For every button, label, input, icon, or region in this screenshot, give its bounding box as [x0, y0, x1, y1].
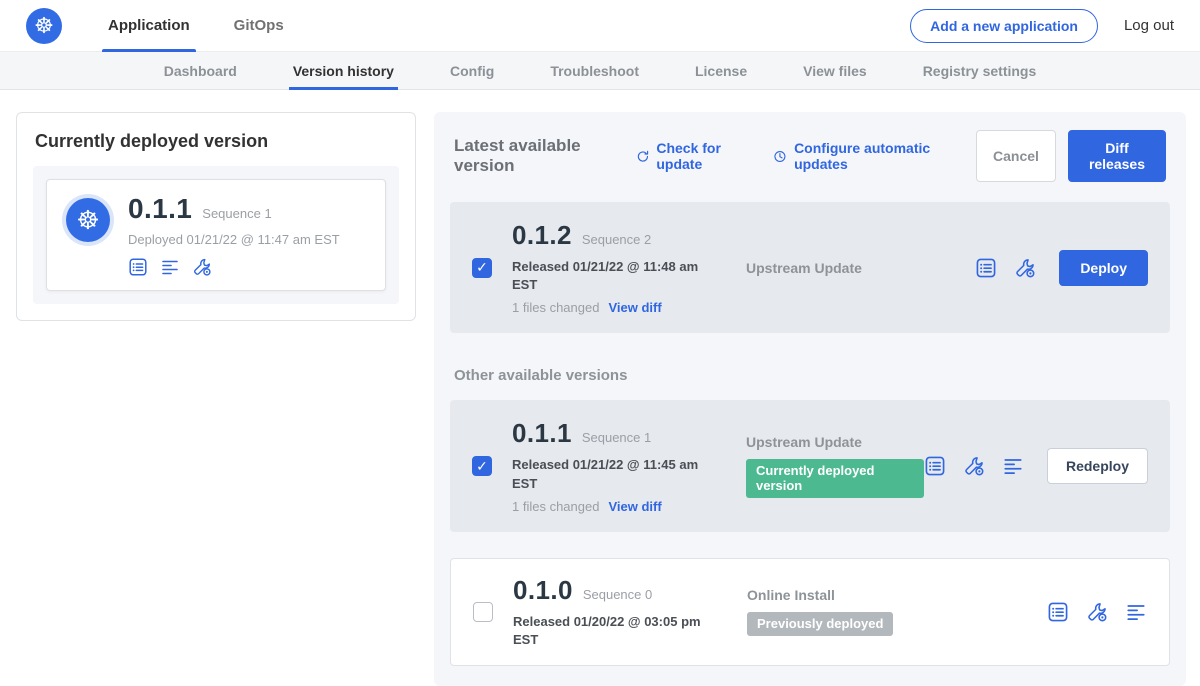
view-diff-link[interactable]: View diff	[608, 300, 661, 315]
main-content: Currently deployed version ☸ 0.1.1 Seque…	[0, 90, 1200, 686]
currently-deployed-panel: Currently deployed version ☸ 0.1.1 Seque…	[16, 112, 416, 321]
version-row: 0.1.2 Sequence 2 Released 01/21/22 @ 11:…	[450, 202, 1170, 333]
subnav-item-version-history[interactable]: Version history	[265, 52, 422, 89]
cancel-button[interactable]: Cancel	[976, 130, 1056, 182]
deployed-card-wrapper: ☸ 0.1.1 Sequence 1 Deployed 01/21/22 @ 1…	[33, 166, 399, 304]
previously-deployed-badge: Previously deployed	[747, 612, 893, 636]
top-navbar: ☸ Application GitOps Add a new applicati…	[0, 0, 1200, 52]
version-number: 0.1.2	[512, 220, 572, 251]
configure-updates-label: Configure automatic updates	[794, 140, 952, 172]
deployed-card-body: 0.1.1 Sequence 1 Deployed 01/21/22 @ 11:…	[128, 193, 340, 277]
release-notes-icon[interactable]	[1047, 601, 1069, 623]
files-changed-label: 1 files changed	[512, 499, 599, 514]
files-changed-label: 1 files changed	[512, 300, 599, 315]
version-select-checkbox[interactable]	[472, 456, 492, 476]
navbar-right: Add a new application Log out	[910, 9, 1174, 43]
edit-config-icon[interactable]	[1014, 257, 1036, 279]
redeploy-button[interactable]: Redeploy	[1047, 448, 1148, 484]
helm-wheel-icon: ☸	[34, 13, 54, 39]
version-actions: Deploy	[975, 250, 1148, 286]
version-select-checkbox[interactable]	[472, 258, 492, 278]
view-diff-link[interactable]: View diff	[608, 499, 661, 514]
subnav-item-license[interactable]: License	[667, 52, 775, 89]
source-label: Upstream Update	[746, 260, 975, 276]
version-number: 0.1.0	[513, 575, 573, 606]
release-notes-icon[interactable]	[975, 257, 997, 279]
edit-config-icon[interactable]	[963, 455, 985, 477]
subnav-item-view-files[interactable]: View files	[775, 52, 895, 89]
version-actions	[1047, 601, 1147, 623]
diff-icon[interactable]	[1125, 601, 1147, 623]
primary-nav: Application GitOps	[86, 0, 306, 52]
released-timestamp: Released 01/21/22 @ 11:48 am EST	[512, 258, 710, 294]
latest-version-header: Latest available version Check for updat…	[450, 130, 1170, 182]
version-info: 0.1.1 Sequence 1 Released 01/21/22 @ 11:…	[512, 418, 740, 513]
released-timestamp: Released 01/21/22 @ 11:45 am EST	[512, 456, 710, 492]
check-for-update-label: Check for update	[656, 140, 749, 172]
logout-link[interactable]: Log out	[1124, 17, 1174, 34]
version-info: 0.1.0 Sequence 0 Released 01/20/22 @ 03:…	[513, 575, 741, 649]
version-source: Online Install Previously deployed	[741, 587, 1047, 636]
other-versions-title: Other available versions	[454, 367, 1166, 384]
version-history-panel: Latest available version Check for updat…	[434, 112, 1186, 686]
currently-deployed-badge: Currently deployed version	[746, 459, 924, 498]
deployed-version-card: ☸ 0.1.1 Sequence 1 Deployed 01/21/22 @ 1…	[46, 179, 386, 291]
application-subnav: Dashboard Version history Config Trouble…	[0, 52, 1200, 90]
check-for-update-link[interactable]: Check for update	[636, 140, 750, 172]
source-label: Online Install	[747, 587, 1047, 603]
sequence-label: Sequence 2	[582, 232, 651, 247]
released-timestamp: Released 01/20/22 @ 03:05 pm EST	[513, 613, 711, 649]
version-select-checkbox[interactable]	[473, 602, 493, 622]
version-actions: Redeploy	[924, 448, 1148, 484]
diff-icon[interactable]	[1002, 455, 1024, 477]
kubernetes-logo: ☸	[26, 8, 62, 44]
subnav-item-registry-settings[interactable]: Registry settings	[895, 52, 1065, 89]
version-source: Upstream Update Currently deployed versi…	[740, 434, 924, 498]
application-icon: ☸	[66, 198, 110, 242]
helm-wheel-icon: ☸	[76, 205, 99, 236]
diff-releases-button[interactable]: Diff releases	[1068, 130, 1166, 182]
configure-automatic-updates-link[interactable]: Configure automatic updates	[773, 140, 952, 172]
subnav-item-config[interactable]: Config	[422, 52, 522, 89]
deployed-timestamp: Deployed 01/21/22 @ 11:47 am EST	[128, 232, 340, 247]
clock-icon	[773, 148, 787, 165]
tab-gitops[interactable]: GitOps	[212, 0, 306, 52]
deployed-sequence-label: Sequence 1	[202, 206, 271, 221]
version-row: 0.1.1 Sequence 1 Released 01/21/22 @ 11:…	[450, 400, 1170, 531]
source-label: Upstream Update	[746, 434, 924, 450]
add-new-application-button[interactable]: Add a new application	[910, 9, 1098, 43]
version-number: 0.1.1	[512, 418, 572, 449]
edit-config-icon[interactable]	[192, 257, 212, 277]
version-info: 0.1.2 Sequence 2 Released 01/21/22 @ 11:…	[512, 220, 740, 315]
release-notes-icon[interactable]	[924, 455, 946, 477]
diff-icon[interactable]	[160, 257, 180, 277]
edit-config-icon[interactable]	[1086, 601, 1108, 623]
tab-application[interactable]: Application	[86, 0, 212, 52]
deployed-version-number: 0.1.1	[128, 193, 192, 225]
subnav-item-dashboard[interactable]: Dashboard	[136, 52, 265, 89]
subnav-item-troubleshoot[interactable]: Troubleshoot	[522, 52, 667, 89]
version-source: Upstream Update	[740, 260, 975, 276]
sequence-label: Sequence 1	[582, 430, 651, 445]
version-row: 0.1.0 Sequence 0 Released 01/20/22 @ 03:…	[450, 558, 1170, 666]
deploy-button[interactable]: Deploy	[1059, 250, 1148, 286]
deployed-panel-title: Currently deployed version	[35, 131, 397, 152]
sequence-label: Sequence 0	[583, 587, 652, 602]
refresh-icon	[636, 148, 650, 165]
release-notes-icon[interactable]	[128, 257, 148, 277]
latest-version-title: Latest available version	[454, 136, 612, 176]
